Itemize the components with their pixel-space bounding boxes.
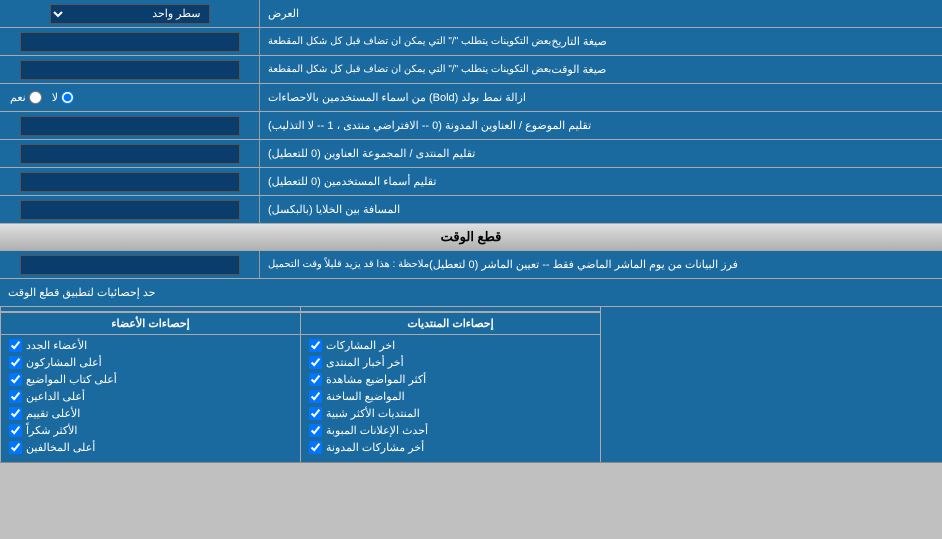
date-format-input[interactable]: d-m <box>20 32 240 52</box>
cell-spacing-label: المسافة بين الخلايا (بالبكسل) <box>260 196 942 223</box>
cut-days-label: فرز البيانات من يوم الماشر الماضي فقط --… <box>260 251 942 278</box>
stat-last-pinned-item: أخر مشاركات المدونة <box>305 439 596 456</box>
usernames-trim-row: تقليم أسماء المستخدمين (0 للتعطيل) 0 <box>0 168 942 196</box>
stat-most-viewed-check[interactable] <box>309 373 322 386</box>
stat-most-thanks-check[interactable] <box>9 424 22 437</box>
cut-days-input-area: 0 <box>0 251 260 278</box>
stat-last-posts-item: اخر المشاركات <box>305 337 596 354</box>
bold-remove-row: ازالة نمط بولد (Bold) من اسماء المستخدمي… <box>0 84 942 112</box>
display-select[interactable]: سطر واحدسطرينثلاثة أسطر <box>50 4 210 24</box>
bold-yes-label[interactable]: نعم <box>10 91 42 104</box>
stat-top-writers-check[interactable] <box>9 373 22 386</box>
stat-top-rated-check[interactable] <box>9 407 22 420</box>
stats-columns: إحصاءات المنتديات اخر المشاركات أخر أخبا… <box>0 307 942 463</box>
cut-days-row: فرز البيانات من يوم الماشر الماضي فقط --… <box>0 251 942 279</box>
date-format-row: صيغة التاريخ بعض التكوينات يتطلب "/" الت… <box>0 28 942 56</box>
forum-order-label: تقليم المنتدى / المجموعة العناوين (0 للت… <box>260 140 942 167</box>
usernames-trim-input[interactable]: 0 <box>20 172 240 192</box>
stat-new-members-item: الأعضاء الجدد <box>5 337 296 354</box>
time-format-row: صيغة الوقت بعض التكوينات يتطلب "/" التي … <box>0 56 942 84</box>
stats-col-forums-header: إحصاءات المنتديات <box>301 311 600 335</box>
stat-top-negative-check[interactable] <box>9 441 22 454</box>
stat-top-writers-item: أعلى كتاب المواضيع <box>5 371 296 388</box>
display-label: العرض <box>260 0 942 27</box>
stat-active-topics-check[interactable] <box>309 390 322 403</box>
stat-last-posts-check[interactable] <box>309 339 322 352</box>
cut-section-header: قطع الوقت <box>0 224 942 251</box>
stat-top-visitors-item: أعلى الداعين <box>5 388 296 405</box>
usernames-trim-input-area: 0 <box>0 168 260 195</box>
stat-recent-ads-item: أحدث الإعلانات المبوبة <box>305 422 596 439</box>
date-format-input-area: d-m <box>0 28 260 55</box>
cell-spacing-input[interactable]: 2 <box>20 200 240 220</box>
stats-limit-row: حد إحصائيات لتطبيق قطع الوقت <box>0 279 942 307</box>
stats-limit-label: حد إحصائيات لتطبيق قطع الوقت <box>0 279 942 306</box>
stats-col-members-items: الأعضاء الجدد أعلى المشاركون أعلى كتاب ا… <box>1 335 300 458</box>
display-select-area: سطر واحدسطرينثلاثة أسطر <box>0 0 260 27</box>
bold-remove-label: ازالة نمط بولد (Bold) من اسماء المستخدمي… <box>260 84 942 111</box>
cut-days-input[interactable]: 0 <box>20 255 240 275</box>
bold-no-label[interactable]: لا <box>52 91 74 104</box>
stat-top-negative-item: أعلى المخالفين <box>5 439 296 456</box>
stats-col-forums-items: اخر المشاركات أخر أخبار المنتدى أكثر الم… <box>301 335 600 458</box>
stat-similar-forums-check[interactable] <box>309 407 322 420</box>
bold-no-radio[interactable] <box>61 91 74 104</box>
stats-col-members-header: إحصاءات الأعضاء <box>1 311 300 335</box>
stat-new-members-check[interactable] <box>9 339 22 352</box>
date-format-label: صيغة التاريخ بعض التكوينات يتطلب "/" الت… <box>260 28 942 55</box>
bold-yes-radio[interactable] <box>29 91 42 104</box>
stats-col-members: إحصاءات الأعضاء الأعضاء الجدد أعلى المشا… <box>0 307 300 462</box>
stat-last-forum-news-item: أخر أخبار المنتدى <box>305 354 596 371</box>
stat-top-rated-item: الأعلى تقييم <box>5 405 296 422</box>
stat-most-viewed-item: أكثر المواضيع مشاهدة <box>305 371 596 388</box>
time-format-input-area: H:i <box>0 56 260 83</box>
stat-top-visitors-check[interactable] <box>9 390 22 403</box>
time-format-label: صيغة الوقت بعض التكوينات يتطلب "/" التي … <box>260 56 942 83</box>
forum-order-input[interactable]: 33 <box>20 144 240 164</box>
stat-last-forum-news-check[interactable] <box>309 356 322 369</box>
topics-order-input-area: 33 <box>0 112 260 139</box>
stat-similar-forums-item: المنتديات الأكثر شبية <box>305 405 596 422</box>
stat-top-posters-item: أعلى المشاركون <box>5 354 296 371</box>
display-row: العرض سطر واحدسطرينثلاثة أسطر <box>0 0 942 28</box>
stat-last-pinned-check[interactable] <box>309 441 322 454</box>
bold-remove-radio-area: لا نعم <box>0 84 260 111</box>
stat-active-topics-item: المواضيع الساخنة <box>305 388 596 405</box>
time-format-input[interactable]: H:i <box>20 60 240 80</box>
forum-order-input-area: 33 <box>0 140 260 167</box>
stat-recent-ads-check[interactable] <box>309 424 322 437</box>
usernames-trim-label: تقليم أسماء المستخدمين (0 للتعطيل) <box>260 168 942 195</box>
main-container: العرض سطر واحدسطرينثلاثة أسطر صيغة التار… <box>0 0 942 463</box>
stat-most-thanks-item: الأكثر شكراً <box>5 422 296 439</box>
topics-order-label: تقليم الموضوع / العناوين المدونة (0 -- ا… <box>260 112 942 139</box>
stat-top-posters-check[interactable] <box>9 356 22 369</box>
forum-order-row: تقليم المنتدى / المجموعة العناوين (0 للت… <box>0 140 942 168</box>
cell-spacing-input-area: 2 <box>0 196 260 223</box>
cell-spacing-row: المسافة بين الخلايا (بالبكسل) 2 <box>0 196 942 224</box>
topics-order-input[interactable]: 33 <box>20 116 240 136</box>
topics-order-row: تقليم الموضوع / العناوين المدونة (0 -- ا… <box>0 112 942 140</box>
stats-col-forums: إحصاءات المنتديات اخر المشاركات أخر أخبا… <box>300 307 600 462</box>
